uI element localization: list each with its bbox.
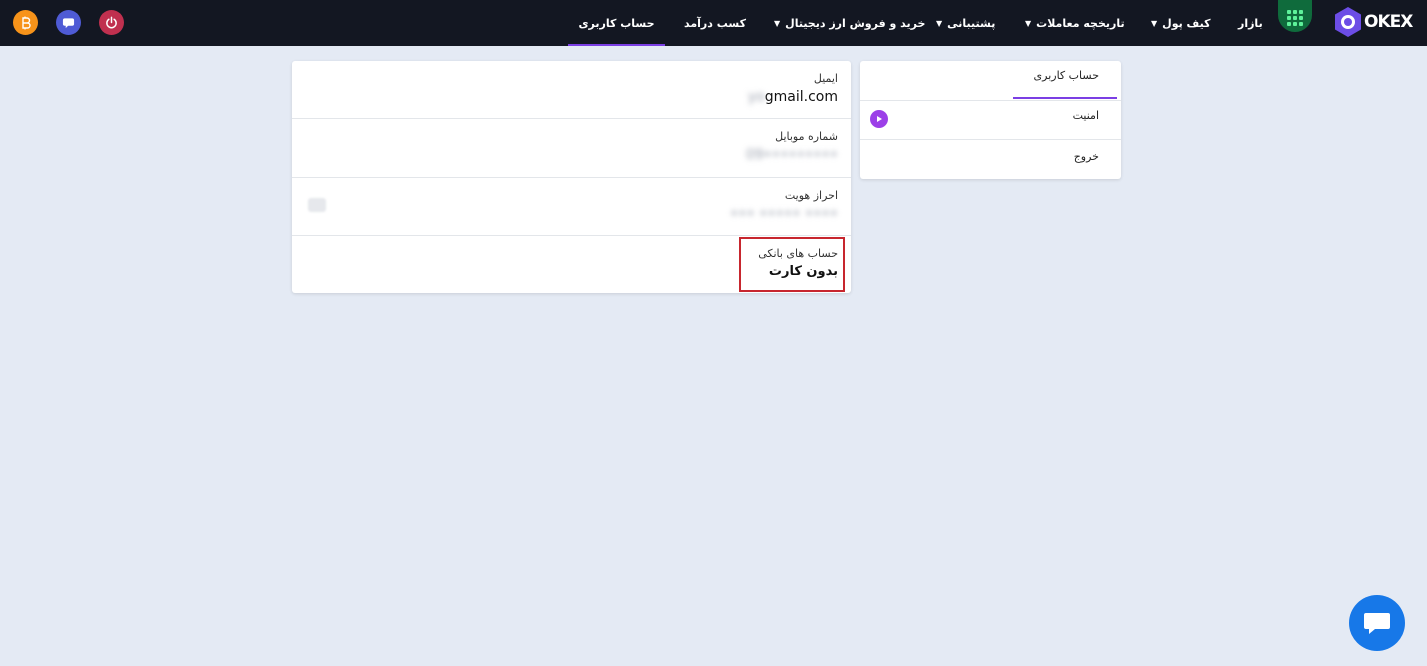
side-menu-account[interactable]: حساب کاربری: [860, 69, 1121, 82]
email-blurred-part: yo: [747, 89, 765, 105]
okex-logo[interactable]: OKEX: [1334, 6, 1413, 38]
nav-trade-history[interactable]: ▼ تاریخچه معاملات: [1025, 0, 1125, 46]
chevron-down-icon: ▼: [936, 18, 943, 28]
chat-icon: [1364, 613, 1390, 634]
nav-market-label: بازار: [1238, 16, 1263, 30]
nav-wallet-label: کیف پول: [1162, 16, 1211, 30]
nav-earn-label: کسب درآمد: [684, 16, 746, 30]
chevron-down-icon: ▼: [774, 18, 781, 28]
nav-earn[interactable]: کسب درآمد: [684, 0, 746, 46]
power-icon: [106, 16, 117, 29]
profile-info-card: ایمیل yogmail.com شماره موبایل 09•••••••…: [292, 61, 851, 293]
account-side-menu: حساب کاربری امنیت خروج: [860, 61, 1121, 179]
mobile-value: 09•••••••••: [745, 147, 838, 163]
nav-buy-sell[interactable]: ▼ خرید و فروش ارز دیجیتال: [774, 0, 925, 46]
mobile-row: شماره موبایل 09•••••••••: [292, 119, 851, 177]
side-menu-security[interactable]: امنیت: [860, 109, 1121, 122]
divider: [860, 139, 1121, 140]
chevron-down-icon: ▼: [1025, 18, 1032, 28]
chat-widget-button[interactable]: [1349, 595, 1405, 651]
side-menu-security-label: امنیت: [1072, 109, 1099, 122]
nav-market[interactable]: بازار: [1238, 0, 1263, 46]
messages-button[interactable]: [56, 10, 81, 35]
highlight-box: [739, 237, 845, 292]
nav-account[interactable]: حساب کاربری: [568, 0, 665, 46]
kyc-label: احراز هویت: [784, 189, 838, 202]
kyc-row: احراز هویت ••• ••••• ••••: [292, 178, 851, 236]
message-icon: [62, 17, 75, 28]
side-menu-logout-label: خروج: [1073, 150, 1099, 163]
email-domain: gmail.com: [764, 89, 838, 105]
bitcoin-icon: [21, 16, 31, 29]
logo-text: OKEX: [1364, 12, 1413, 32]
power-button[interactable]: [99, 10, 124, 35]
mobile-label: شماره موبایل: [775, 130, 838, 143]
divider: [860, 100, 1121, 101]
email-label: ایمیل: [813, 72, 838, 85]
side-menu-logout[interactable]: خروج: [860, 150, 1121, 163]
hexagon-logo-icon: [1335, 7, 1361, 37]
grid-icon: [1287, 10, 1303, 26]
side-menu-account-label: حساب کاربری: [1033, 69, 1099, 82]
nav-wallet[interactable]: ▼ کیف پول: [1151, 0, 1211, 46]
email-value: yogmail.com: [748, 89, 838, 105]
kyc-status-icon: [308, 198, 326, 212]
active-tab-indicator: [1013, 97, 1117, 99]
nav-account-label: حساب کاربری: [578, 16, 655, 30]
nav-history-label: تاریخچه معاملات: [1036, 16, 1125, 30]
bitcoin-button[interactable]: [13, 10, 38, 35]
nav-buy-sell-label: خرید و فروش ارز دیجیتال: [785, 16, 926, 30]
chevron-down-icon: ▼: [1151, 18, 1158, 28]
bank-accounts-row[interactable]: حساب های بانکی بدون کارت: [292, 236, 851, 294]
play-icon[interactable]: [870, 110, 888, 128]
kyc-value: ••• ••••• ••••: [730, 206, 838, 222]
nav-support[interactable]: ▼ پشتیبانی: [936, 0, 995, 46]
nav-support-label: پشتیبانی: [947, 16, 996, 30]
email-row: ایمیل yogmail.com: [292, 61, 851, 119]
